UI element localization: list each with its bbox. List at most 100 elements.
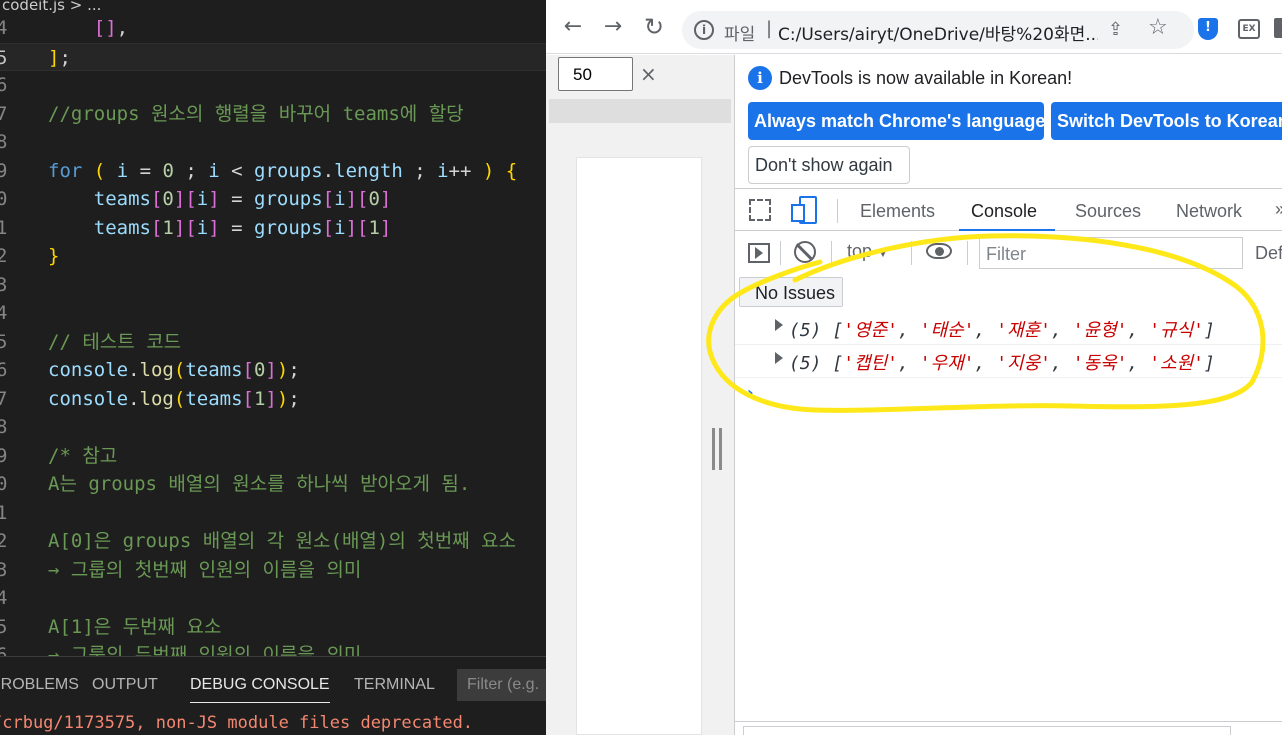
code-line[interactable]: 6 → 그룹의 두번째 인원의 이름을 의미 <box>0 641 546 656</box>
code-line[interactable]: 2 A[0]은 groups 배열의 각 원소(배열)의 첫번째 요소 <box>0 527 546 556</box>
tab-problems[interactable]: PROBLEMS <box>0 676 79 694</box>
browser-window: ← → ↻ i 파일 | C:/Users/airyt/OneDrive/바탕%… <box>546 0 1282 735</box>
tab-debug-console[interactable]: DEBUG CONSOLE <box>190 676 330 703</box>
site-info-icon[interactable]: i <box>694 20 714 40</box>
line-number: 2 <box>0 530 8 552</box>
code-line[interactable]: 5 // 테스트 코드 <box>0 328 546 357</box>
console-prompt[interactable]: › <box>747 383 754 402</box>
code-token: 1 <box>253 387 266 410</box>
code-line[interactable]: 6 console.log(teams[0]); <box>0 356 546 385</box>
code-token: ; <box>288 359 300 381</box>
url-text[interactable]: C:/Users/airyt/OneDrive/바탕%20화면... <box>778 20 1098 45</box>
code-line[interactable]: 5]; <box>0 42 546 71</box>
clear-console-icon[interactable] <box>794 241 816 263</box>
console-sidebar-icon[interactable] <box>748 243 770 263</box>
share-icon[interactable]: ⇪ <box>1108 19 1123 40</box>
code-line[interactable]: 3 → 그룹의 첫번째 인원의 이름을 의미 <box>0 556 546 585</box>
line-number: 9 <box>0 444 8 467</box>
back-arrow-icon[interactable]: ← <box>559 13 587 41</box>
zoom-input[interactable]: 50 <box>558 57 633 91</box>
code-line[interactable]: 1 teams[1][i] = groups[i][1] <box>0 214 546 243</box>
breadcrumb[interactable]: codeit.js > ... <box>0 0 546 20</box>
ex-extension-icon[interactable]: EX <box>1238 19 1260 39</box>
more-tabs-icon[interactable]: » <box>1275 199 1282 220</box>
divider <box>837 199 838 223</box>
code-token: groups <box>254 216 323 239</box>
code-area[interactable]: 4 [], 5]; 6 7//groups 원소의 행렬을 바꾸어 teams에 할당… <box>0 14 546 656</box>
code-line[interactable]: 7 console.log(teams[1]); <box>0 385 546 414</box>
code-line[interactable]: 0 teams[0][i] = groups[i][0] <box>0 185 546 214</box>
forward-arrow-icon[interactable]: → <box>599 13 627 41</box>
page-document <box>576 157 702 735</box>
bracket: [ <box>821 353 844 374</box>
expand-triangle-icon[interactable] <box>775 319 783 331</box>
code-text: teams[0][i] = groups[i][0] <box>48 185 392 214</box>
tab-terminal[interactable]: TERMINAL <box>354 676 435 694</box>
code-line[interactable]: 0 A는 groups 배열의 원소를 하나씩 받아오게 됨. <box>0 470 546 499</box>
code-line[interactable]: 6 <box>0 71 546 100</box>
bookmark-star-icon[interactable]: ☆ <box>1148 15 1168 40</box>
tab-sources[interactable]: Sources <box>1075 201 1141 222</box>
live-expression-eye-icon[interactable] <box>926 243 952 259</box>
shield-extension-icon[interactable]: ! <box>1198 18 1218 40</box>
code-line[interactable]: 9 /* 참고 <box>0 442 546 471</box>
code-token: ; <box>402 159 438 182</box>
console-log-row[interactable]: (5) ['캡틴', '우재', '지웅', '동욱', '소원'] <box>735 346 1282 378</box>
no-issues-button[interactable]: No Issues <box>739 277 843 307</box>
console-filter-input[interactable]: Filter <box>979 237 1243 269</box>
divider <box>780 241 781 265</box>
always-match-language-button[interactable]: Always match Chrome's language <box>748 102 1045 140</box>
quote: ' <box>1040 320 1052 341</box>
console-log-row[interactable]: (5) ['영준', '태순', '재훈', '윤형', '규식'] <box>735 313 1282 345</box>
quote: ' <box>1116 353 1128 374</box>
context-selector[interactable]: top ▼ <box>847 241 889 262</box>
code-line[interactable]: 4 <box>0 584 546 613</box>
dont-show-again-button[interactable]: Don't show again <box>748 146 910 184</box>
code-line[interactable]: 5 A[1]은 두번째 요소 <box>0 613 546 642</box>
extension-puzzle-icon[interactable] <box>1274 18 1282 38</box>
code-line[interactable]: 7 //groups 원소의 행렬을 바꾸어 teams에 할당 <box>0 100 546 129</box>
device-toolbar-icon[interactable] <box>791 196 817 224</box>
expand-triangle-icon[interactable] <box>775 352 783 364</box>
browser-toolbar: ← → ↻ i 파일 | C:/Users/airyt/OneDrive/바탕%… <box>546 0 1282 54</box>
inspect-element-icon[interactable] <box>749 199 771 221</box>
code-line[interactable]: 8 <box>0 128 546 157</box>
code-line[interactable]: 8 <box>0 413 546 442</box>
line-number: 6 <box>0 359 8 381</box>
line-number: 0 <box>0 188 8 210</box>
code-line[interactable]: 2} <box>0 242 546 271</box>
switch-to-korean-button[interactable]: Switch DevTools to Korean <box>1051 102 1282 140</box>
tab-console[interactable]: Console <box>971 201 1037 222</box>
reload-icon[interactable]: ↻ <box>640 13 668 41</box>
line-number: 4 <box>0 587 8 609</box>
code-editor[interactable]: 4 [], 5]; 6 7//groups 원소의 행렬을 바꾸어 teams에 할당… <box>0 0 546 735</box>
quote: ' <box>1072 320 1084 341</box>
splitter-handle[interactable] <box>712 428 722 470</box>
quote: ' <box>963 320 975 341</box>
code-line[interactable]: 3 <box>0 271 546 300</box>
quote: ' <box>919 320 931 341</box>
close-icon[interactable]: × <box>640 62 657 86</box>
tab-network[interactable]: Network <box>1176 201 1242 222</box>
code-token: ) <box>276 387 289 410</box>
code-line[interactable]: 9 for ( i = 0 ; i < groups.length ; i++ )… <box>0 157 546 186</box>
tab-elements[interactable]: Elements <box>860 201 935 222</box>
code-token: . <box>128 387 140 410</box>
code-line[interactable]: 1 <box>0 499 546 528</box>
log-levels-dropdown[interactable]: Def <box>1255 243 1282 264</box>
devtools-drawer-edge <box>735 721 1282 735</box>
address-bar[interactable]: i 파일 | C:/Users/airyt/OneDrive/바탕%20화면..… <box>682 11 1194 49</box>
code-token: A[1]은 두번째 요소 <box>48 615 222 638</box>
tab-output[interactable]: OUTPUT <box>92 676 158 694</box>
code-line[interactable]: 4 <box>0 299 546 328</box>
comma: , <box>1051 320 1073 341</box>
array-length: (5) <box>789 320 822 341</box>
code-token: 0 <box>162 188 174 210</box>
quote: ' <box>1149 320 1161 341</box>
line-number: 5 <box>0 615 8 638</box>
panel-filter-input[interactable]: Filter (e.g. <box>457 669 546 701</box>
code-token: // 테스트 코드 <box>48 330 182 353</box>
